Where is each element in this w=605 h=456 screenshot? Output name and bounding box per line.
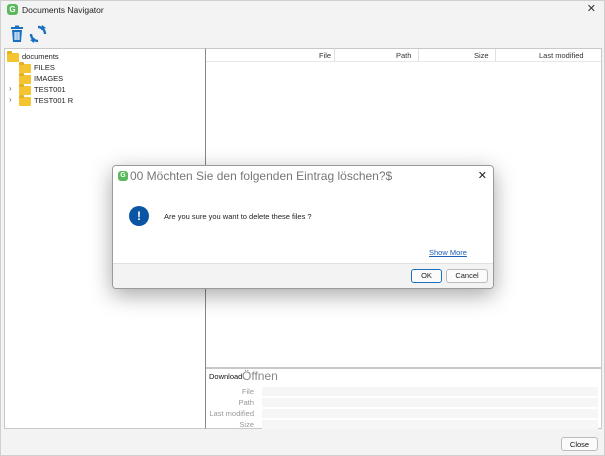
column-header-size[interactable]: Size [474,51,489,60]
column-divider[interactable] [334,49,335,61]
chevron-right-icon[interactable]: › [9,95,12,104]
tab-open[interactable]: Öffnen [242,369,278,383]
tree-item-label: IMAGES [34,74,64,83]
tree-item-label: TEST001 [34,85,66,94]
column-header-file[interactable]: File [319,51,331,60]
detail-label-path: Path [238,398,254,407]
detail-label-file: File [241,387,254,396]
tree-item-test001[interactable]: TEST001 [19,83,66,95]
dialog-body: ! Are you sure you want to delete these … [116,188,490,263]
tree-root-label: documents [22,52,59,61]
tab-download[interactable]: Download [209,372,242,381]
chevron-right-icon[interactable]: › [9,84,12,93]
window-close-icon[interactable]: ✕ [587,2,596,15]
dialog-close-icon[interactable]: ✕ [478,169,487,182]
column-divider[interactable] [495,49,496,61]
detail-value-path [262,398,598,407]
dialog-title-bar: G 00 Möchten Sie den folgenden Eintrag l… [113,166,493,188]
delete-confirmation-dialog: G 00 Möchten Sie den folgenden Eintrag l… [112,165,494,289]
detail-value-file [262,387,598,396]
title-bar: G Documents Navigator ✕ [1,1,604,19]
tree-item-label: FILES [34,63,55,72]
cancel-button[interactable]: Cancel [446,269,488,283]
tree-item-test001-r[interactable]: TEST001 R [19,94,74,106]
app-logo-icon: G [7,4,18,15]
column-header-last-modified[interactable]: Last modified [539,51,584,60]
ok-button[interactable]: OK [411,269,442,283]
refresh-icon [29,25,47,43]
folder-icon [19,94,31,106]
trash-icon [11,25,23,42]
detail-value-size [262,420,598,429]
folder-icon [19,72,31,84]
detail-value-last-modified [262,409,598,418]
folder-icon [19,83,31,95]
refresh-button[interactable] [28,24,48,44]
dialog-footer: OK Cancel [113,263,493,288]
tree-item-files[interactable]: FILES [19,61,55,73]
folder-icon [19,61,31,73]
column-divider[interactable] [418,49,419,61]
toolbar [1,21,604,47]
detail-label-size: Size [239,420,254,429]
detail-label-last-modified: Last modified [209,409,254,418]
close-button[interactable]: Close [561,437,598,451]
column-header-path[interactable]: Path [396,51,411,60]
header-separator [206,61,601,62]
dialog-message: Are you sure you want to delete these fi… [164,212,312,221]
dialog-title: 00 Möchten Sie den folgenden Eintrag lös… [130,169,393,183]
app-logo-icon: G [118,171,128,181]
show-more-link[interactable]: Show More [429,248,467,257]
delete-button[interactable] [7,24,27,44]
details-panel: Download Öffnen File Path Last modified … [206,368,602,429]
window-title: Documents Navigator [22,5,104,15]
tree-item-label: TEST001 R [34,96,74,105]
tree-root[interactable]: documents [7,50,59,62]
folder-icon [7,50,19,62]
info-icon: ! [129,206,149,226]
tree-item-images[interactable]: IMAGES [19,72,64,84]
